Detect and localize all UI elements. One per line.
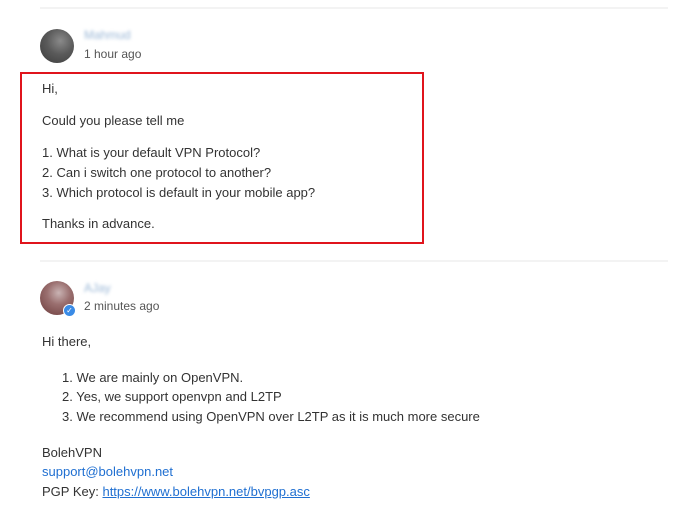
top-divider	[40, 7, 668, 9]
timestamp: 2 minutes ago	[84, 299, 160, 313]
signature-name: BolehVPN	[42, 445, 102, 460]
list-item: 3. Which protocol is default in your mob…	[42, 185, 316, 200]
pgp-key-link[interactable]: https://www.bolehvpn.net/bvpgp.asc	[102, 484, 309, 499]
message-greeting: Hi,	[42, 81, 58, 96]
author-name[interactable]: Mahmud	[84, 28, 131, 42]
message-question: Could you please tell me	[42, 113, 185, 128]
pgp-key-line: PGP Key: https://www.bolehvpn.net/bvpgp.…	[42, 484, 310, 499]
list-item: 1. We are mainly on OpenVPN.	[62, 370, 244, 385]
pgp-key-label: PGP Key:	[42, 484, 103, 499]
avatar[interactable]	[40, 29, 74, 63]
verified-check-icon: ✓	[63, 304, 76, 317]
timestamp: 1 hour ago	[84, 47, 142, 61]
support-email-link[interactable]: support@bolehvpn.net	[42, 464, 173, 479]
list-item: 2. Can i switch one protocol to another?	[42, 165, 272, 180]
message-greeting: Hi there,	[42, 334, 92, 349]
message-divider	[40, 260, 668, 262]
message-closing: Thanks in advance.	[42, 216, 155, 231]
author-name[interactable]: AJay	[84, 281, 111, 295]
list-item: 1. What is your default VPN Protocol?	[42, 145, 261, 160]
list-item: 2. Yes, we support openvpn and L2TP	[62, 389, 282, 404]
list-item: 3. We recommend using OpenVPN over L2TP …	[62, 409, 480, 424]
